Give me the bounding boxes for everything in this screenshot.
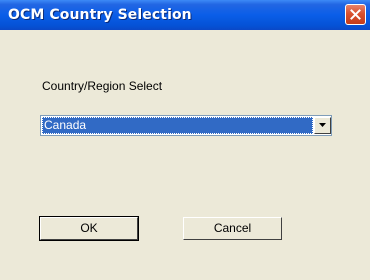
window-title: OCM Country Selection [8,7,192,23]
country-select-value[interactable]: Canada [42,117,313,134]
dialog-body [0,30,370,280]
ok-button[interactable]: OK [39,216,139,241]
close-icon [350,9,361,20]
title-bar[interactable]: OCM Country Selection [0,0,370,30]
dialog-window: OCM Country Selection Country/Region Sel… [0,0,370,280]
country-region-label: Country/Region Select [42,79,163,93]
country-select[interactable]: Canada [40,115,332,136]
chevron-down-icon [319,123,326,127]
close-button[interactable] [345,4,366,25]
cancel-button[interactable]: Cancel [183,217,282,240]
dropdown-button[interactable] [314,117,331,134]
